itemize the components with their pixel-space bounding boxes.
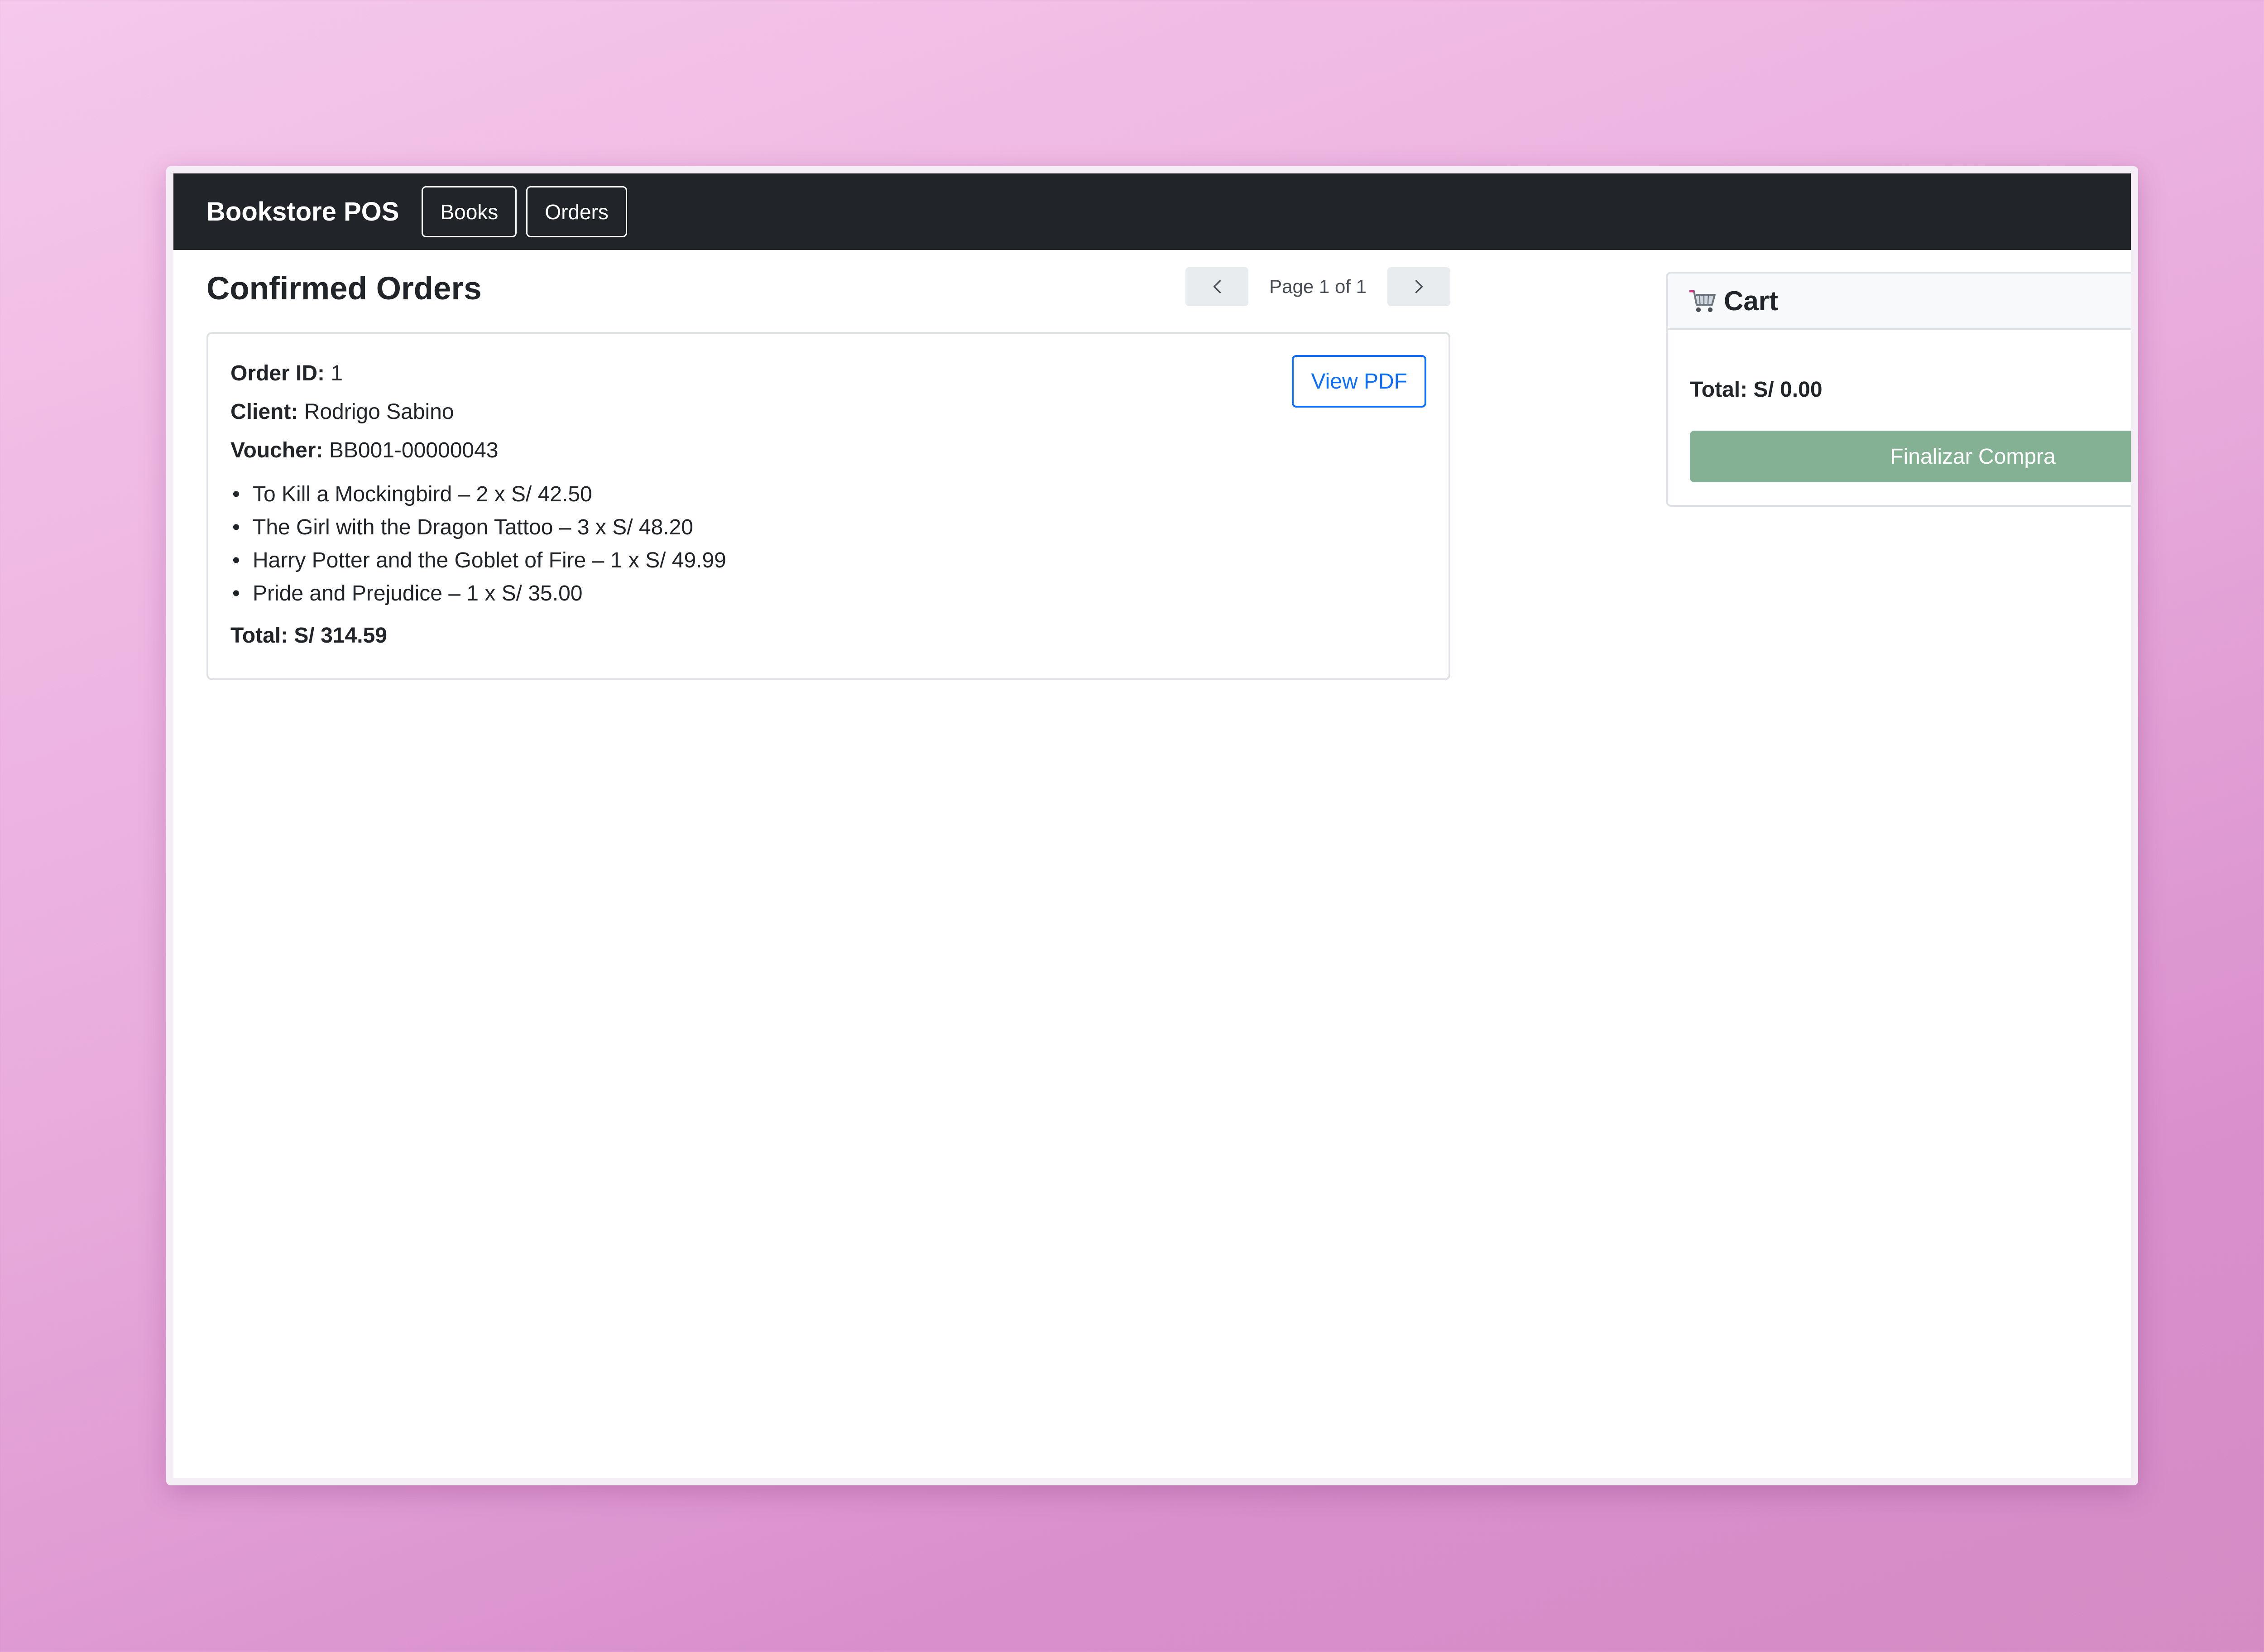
client-label: Client: bbox=[230, 400, 298, 424]
next-page-button[interactable] bbox=[1387, 267, 1450, 306]
voucher-value: BB001-00000043 bbox=[329, 438, 499, 462]
view-pdf-button[interactable]: View PDF bbox=[1292, 355, 1426, 408]
order-item: To Kill a Mockingbird – 2 x S/ 42.50 bbox=[230, 478, 1426, 511]
voucher-row: Voucher: BB001-00000043 bbox=[230, 431, 1426, 470]
client-row: Client: Rodrigo Sabino bbox=[230, 393, 1426, 431]
cart-header: Cart bbox=[1668, 274, 2131, 330]
app-window: Bookstore POS Books Orders Confirmed Ord… bbox=[166, 166, 2138, 1485]
checkout-button[interactable]: Finalizar Compra bbox=[1690, 431, 2131, 482]
cart-total: Total: S/ 0.00 bbox=[1690, 378, 1823, 402]
prev-page-button[interactable] bbox=[1185, 267, 1249, 306]
pagination: Page 1 of 1 bbox=[1185, 267, 1450, 306]
page-title: Confirmed Orders bbox=[206, 271, 482, 307]
order-item: Pride and Prejudice – 1 x S/ 35.00 bbox=[230, 577, 1426, 610]
nav-orders-button[interactable]: Orders bbox=[526, 186, 627, 237]
orders-section: Confirmed Orders Page 1 of 1 Order ID: 1… bbox=[206, 267, 1450, 680]
client-value: Rodrigo Sabino bbox=[304, 400, 454, 424]
cart-title: Cart bbox=[1724, 286, 1779, 316]
page-indicator: Page 1 of 1 bbox=[1269, 276, 1367, 297]
cart-body: Total: S/ 0.00 Finalizar Compra bbox=[1668, 330, 2131, 505]
brand-title[interactable]: Bookstore POS bbox=[206, 197, 399, 227]
navbar: Bookstore POS Books Orders bbox=[173, 173, 2131, 250]
shopping-cart-icon bbox=[1688, 288, 1717, 314]
order-items-list: To Kill a Mockingbird – 2 x S/ 42.50 The… bbox=[230, 478, 1426, 610]
order-item: Harry Potter and the Goblet of Fire – 1 … bbox=[230, 544, 1426, 577]
chevron-left-icon bbox=[1213, 280, 1221, 293]
order-id-value: 1 bbox=[331, 361, 343, 385]
nav-books-button[interactable]: Books bbox=[422, 186, 517, 237]
cart-panel: Cart Total: S/ 0.00 Finalizar Compra bbox=[1666, 272, 2131, 507]
chevron-right-icon bbox=[1415, 280, 1423, 293]
order-item: The Girl with the Dragon Tattoo – 3 x S/… bbox=[230, 511, 1426, 544]
order-total: Total: S/ 314.59 bbox=[230, 624, 387, 648]
order-id-label: Order ID: bbox=[230, 361, 325, 385]
orders-header: Confirmed Orders Page 1 of 1 bbox=[206, 267, 1450, 311]
voucher-label: Voucher: bbox=[230, 438, 323, 462]
order-card: Order ID: 1 Client: Rodrigo Sabino Vouch… bbox=[206, 332, 1450, 680]
order-id-row: Order ID: 1 bbox=[230, 354, 1426, 393]
